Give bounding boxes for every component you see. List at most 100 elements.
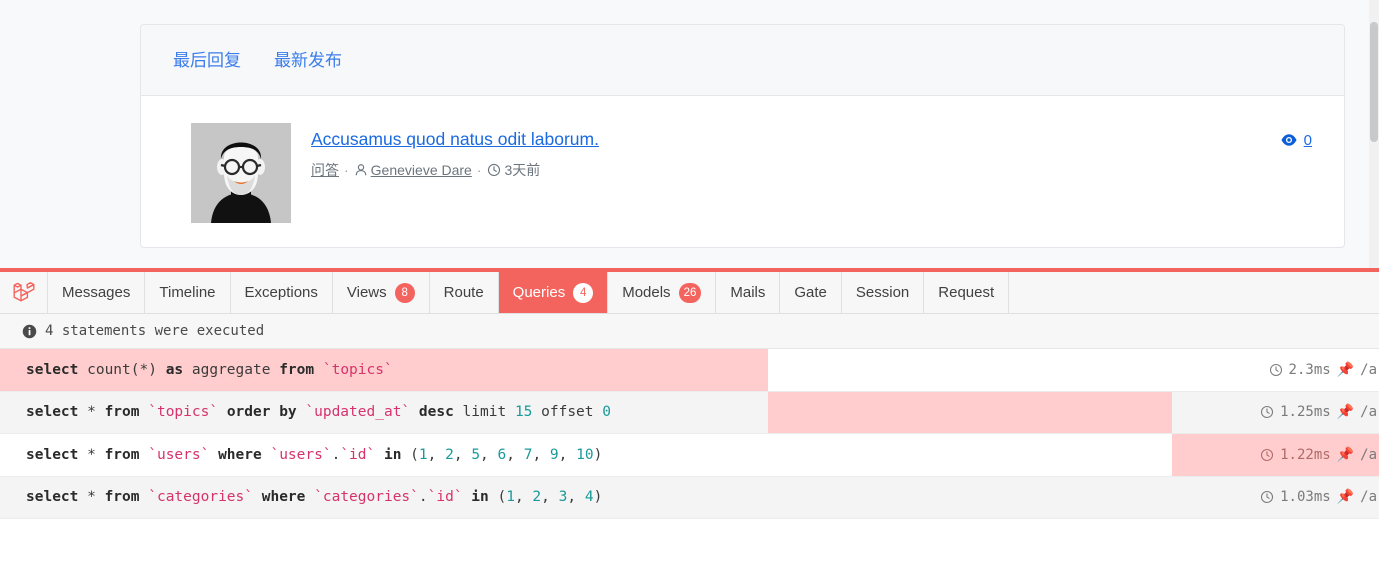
pin-icon[interactable]: 📌 [1337,404,1354,420]
topic-category-link[interactable]: 问答 [311,162,339,179]
query-source-path[interactable]: /a [1360,404,1377,420]
sql-token: 2 [532,489,542,506]
clock-icon [1261,491,1274,504]
nav-link-last-reply[interactable]: 最后回复 [173,52,241,69]
query-source-path[interactable]: /a [1360,447,1377,463]
sql-token: 6 [497,446,507,463]
tab-views[interactable]: Views 8 [332,272,430,313]
sql-token: 9 [549,446,559,463]
pin-icon[interactable]: 📌 [1337,447,1354,463]
sql-token: as [165,361,192,378]
pin-icon[interactable]: 📌 [1337,489,1354,505]
topic-views: 0 [1280,123,1312,149]
clock-icon [1261,448,1274,461]
sql-token: select [26,489,88,506]
query-sql: select * from `users` where `users`. `id`… [26,434,602,476]
sql-token: * [87,489,105,506]
tab-queries[interactable]: Queries 4 [498,272,609,313]
query-row[interactable]: select * from `users` where `users`. `id`… [0,434,1379,477]
clock-icon [1261,406,1274,419]
sql-token: , [558,446,577,463]
tab-badge: 4 [573,282,594,303]
sql-token: ) [593,489,603,506]
sql-token: 4 [584,489,594,506]
tab-label: Exceptions [244,284,318,301]
sql-token: limit [462,404,515,421]
sql-token: 2 [445,446,454,463]
sql-token: desc [418,404,463,421]
tab-label: Messages [62,284,131,301]
sql-token: in [383,446,411,463]
query-row[interactable]: select count(*) as aggregate from `topic… [0,349,1379,392]
tab-session[interactable]: Session [841,272,925,313]
sql-token: , [514,489,533,506]
tab-label: Timeline [159,284,216,301]
query-duration: 1.22ms [1280,446,1331,463]
topic-title-link[interactable]: Accusamus quod natus odit laborum. [311,129,599,150]
query-meta: 2.3ms 📌 /a [1269,349,1379,391]
sql-token: `users` [148,446,219,463]
topic-list-item: Accusamus quod natus odit laborum. 问答 · … [191,123,1312,223]
sql-token: 0 [602,404,611,421]
query-source-path[interactable]: /a [1360,362,1377,378]
tab-gate[interactable]: Gate [780,272,842,313]
query-row[interactable]: select * from `categories` where `catego… [0,476,1379,519]
tab-timeline[interactable]: Timeline [145,272,231,313]
page-scrollbar[interactable] [1369,0,1379,268]
tab-label: Session [855,284,910,301]
topic-author-link[interactable]: Genevieve Dare [354,162,472,179]
sql-token: `id` [427,489,472,506]
sql-token: 1 [418,446,428,463]
sql-token: 15 [514,404,542,421]
topic-time: 3天前 [487,162,540,179]
sql-token: offset [541,404,603,421]
tabbar-filler [1009,272,1379,313]
page-scrollbar-thumb[interactable] [1370,22,1378,142]
sql-token: from [104,489,149,506]
avatar[interactable] [191,123,291,223]
tab-request[interactable]: Request [924,272,1010,313]
tab-mails[interactable]: Mails [716,272,781,313]
tab-models[interactable]: Models 26 [608,272,717,313]
tab-label: Request [938,284,995,301]
debugbar-tabbar: Messages Timeline Exceptions Views 8 Rou… [0,272,1379,314]
sql-token: * [87,446,105,463]
sql-token: , [532,446,550,463]
sql-token: select [26,446,88,463]
card-header-nav: 最后回复 最新发布 [141,25,1344,96]
sql-token: 3 [558,489,568,506]
query-source-path[interactable]: /a [1360,489,1377,505]
tab-messages[interactable]: Messages [48,272,146,313]
tab-label: Queries [512,284,566,301]
sql-token: select [26,361,88,378]
card-body: Accusamus quod natus odit laborum. 问答 · … [141,96,1344,247]
tab-label: Mails [730,284,766,301]
topic-meta: 问答 · Genevieve Dare · 3天前 [311,162,1280,179]
tab-route[interactable]: Route [429,272,499,313]
sql-token: `id` [340,446,384,463]
sql-token: , [480,446,498,463]
tab-badge: 26 [678,282,702,303]
meta-separator-1: · [344,162,349,178]
sql-token: order by [226,404,306,421]
nav-link-latest-published[interactable]: 最新发布 [274,52,342,69]
query-sql: select * from `categories` where `catego… [26,477,602,519]
sql-token: select [26,404,88,421]
topic-main: Accusamus quod natus odit laborum. 问答 · … [291,123,1280,179]
laravel-logo-icon[interactable] [0,272,48,313]
sql-token: ( [497,489,507,506]
sql-token: where [218,446,271,463]
clock-icon [487,164,500,177]
sql-token: `topics` [148,404,227,421]
tab-exceptions[interactable]: Exceptions [230,272,333,313]
query-duration: 1.25ms [1280,404,1331,421]
query-meta: 1.22ms 📌 /a [1260,434,1379,476]
sql-token: where [261,489,315,506]
pin-icon[interactable]: 📌 [1337,362,1354,378]
sql-token: count(*) [87,361,166,378]
views-count[interactable]: 0 [1304,132,1312,149]
query-row[interactable]: select * from `topics` order by `updated… [0,391,1379,434]
sql-token: , [567,489,585,506]
sql-token: ) [593,446,603,463]
queries-status-text: 4 statements were executed [45,323,265,339]
